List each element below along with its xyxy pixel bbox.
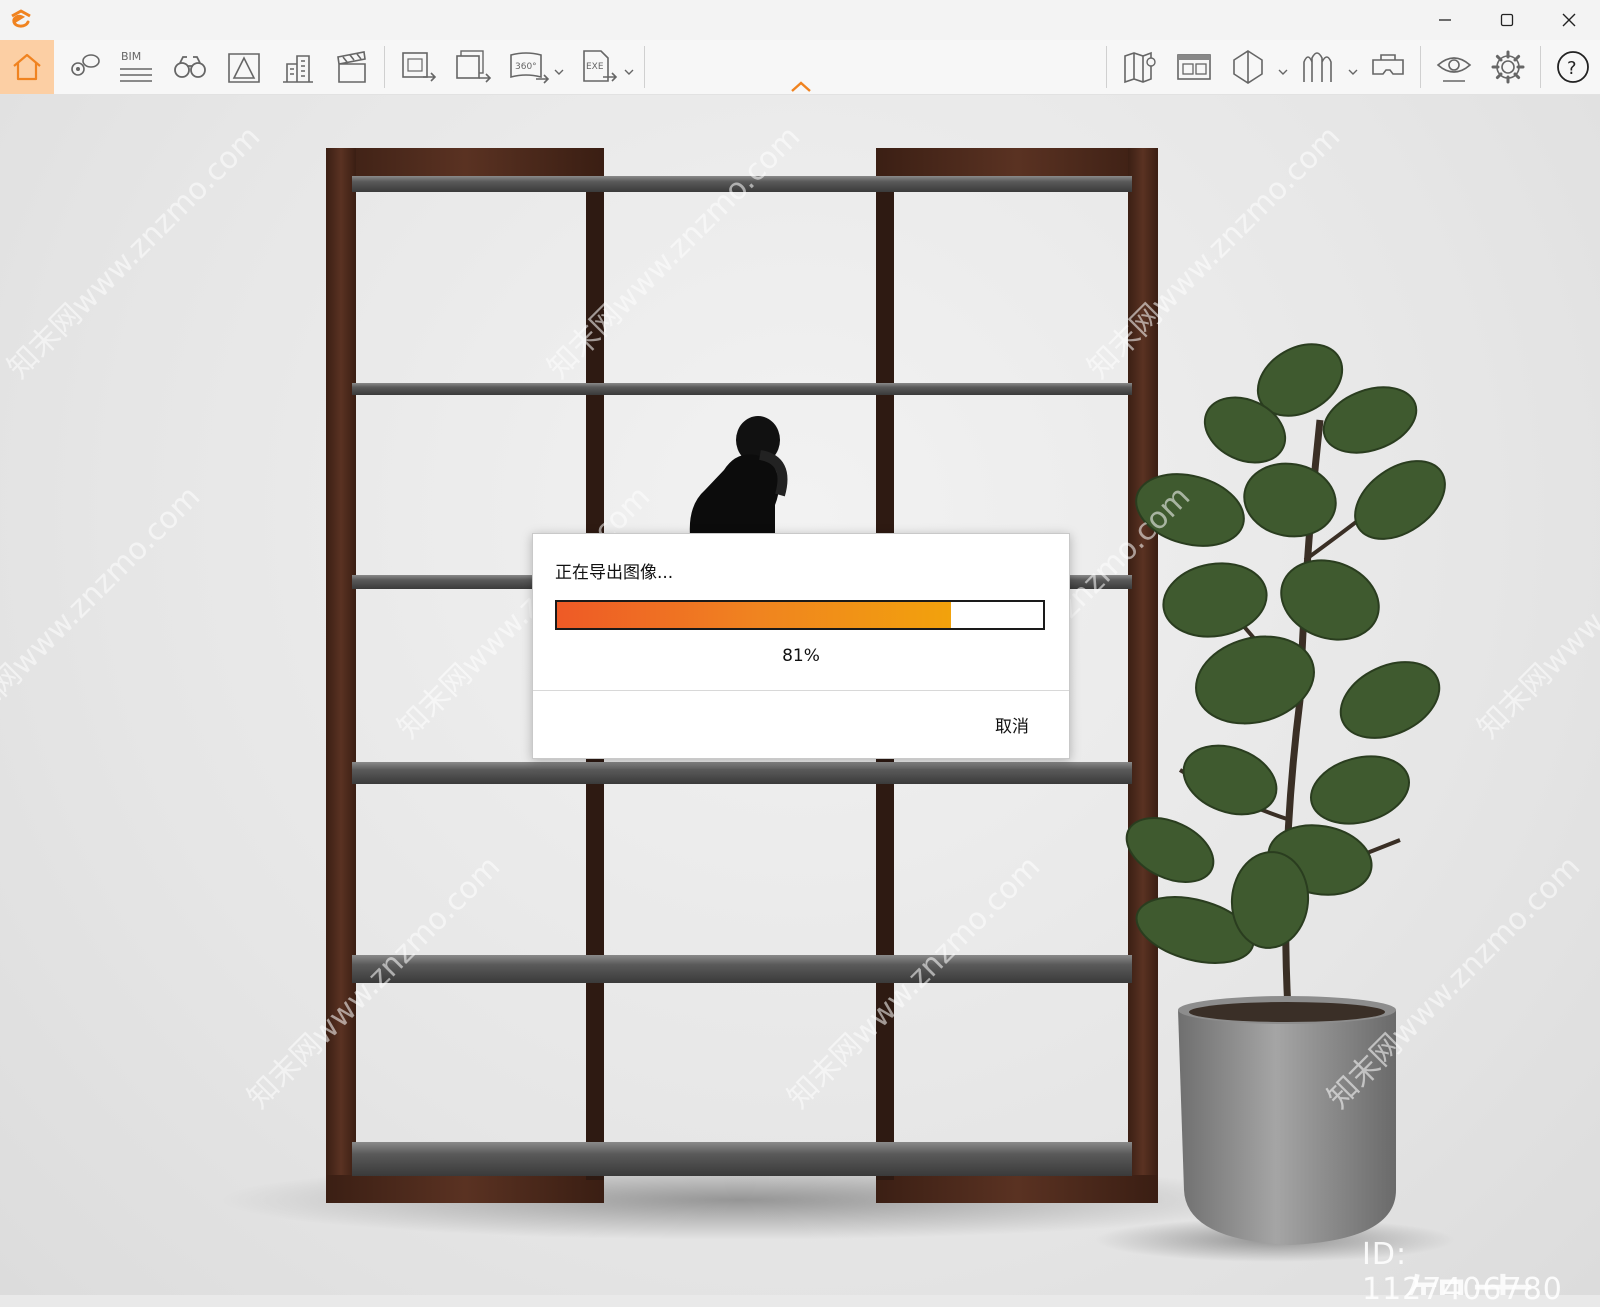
- location-pin-icon: [71, 54, 100, 76]
- help-icon: ?: [1557, 51, 1589, 83]
- visibility-button[interactable]: [1430, 43, 1478, 91]
- clapperboard-icon: [337, 51, 366, 83]
- app-logo-icon: [8, 7, 34, 33]
- progress-percentage: 81%: [782, 646, 820, 666]
- close-button[interactable]: [1538, 0, 1600, 40]
- export-progress-dialog: 正在导出图像... 81% 取消: [532, 533, 1070, 759]
- buildings-icon: [283, 55, 313, 83]
- help-button[interactable]: ?: [1550, 43, 1596, 91]
- effects-button[interactable]: [1294, 43, 1342, 91]
- svg-text:360°: 360°: [515, 62, 537, 72]
- binoculars-button[interactable]: [166, 43, 214, 91]
- minimize-button[interactable]: [1414, 0, 1476, 40]
- toolbar-separator: [1106, 46, 1107, 88]
- animation-button[interactable]: [328, 43, 376, 91]
- binoculars-icon: [174, 56, 206, 78]
- plant-pot: [1178, 996, 1396, 1245]
- toolbar-separator: [1540, 46, 1541, 88]
- svg-text:知末网www.znzmo.com: 知末网www.znzmo.com: [1321, 849, 1587, 1115]
- toolbar-separator: [1420, 46, 1421, 88]
- close-icon: [1562, 13, 1576, 27]
- panorama-360-button[interactable]: 360°: [504, 43, 554, 91]
- section-dropdown-chevron-icon[interactable]: [1278, 62, 1288, 75]
- gallery-button[interactable]: [1170, 43, 1218, 91]
- effects-icon: [1303, 52, 1332, 82]
- map-button[interactable]: [1116, 43, 1164, 91]
- toolbar-separator: [384, 46, 385, 88]
- gallery-icon: [1177, 54, 1211, 80]
- batch-export-button[interactable]: [448, 43, 498, 91]
- home-icon: [13, 53, 41, 81]
- location-button[interactable]: [60, 43, 108, 91]
- watermark-id: ID: 1127406780: [1362, 1237, 1563, 1307]
- title-bar: [0, 0, 1600, 40]
- svg-text:EXE: EXE: [586, 62, 604, 72]
- main-toolbar: BIM 360° EXE ?: [0, 40, 1600, 95]
- svg-text:BIM: BIM: [121, 50, 141, 63]
- export-exe-button[interactable]: EXE: [574, 43, 624, 91]
- buildings-button[interactable]: [274, 43, 322, 91]
- vr-button[interactable]: [1364, 43, 1412, 91]
- dialog-divider: [533, 690, 1069, 691]
- home-button[interactable]: [0, 40, 54, 94]
- exe-export-icon: EXE: [583, 50, 618, 82]
- perspective-button[interactable]: [220, 43, 268, 91]
- vr-headset-icon: [1372, 54, 1404, 75]
- bim-button[interactable]: BIM: [112, 43, 160, 91]
- section-cube-icon: [1233, 50, 1263, 84]
- svg-text:知末网www.znzmo.com: 知末网www.znzmo.com: [1, 119, 267, 385]
- export-image-button[interactable]: [394, 43, 444, 91]
- batch-export-icon: [456, 50, 492, 83]
- maximize-button[interactable]: [1476, 0, 1538, 40]
- exe-dropdown-chevron-icon[interactable]: [624, 62, 634, 75]
- gear-icon: [1491, 50, 1525, 84]
- dialog-title: 正在导出图像...: [555, 563, 674, 583]
- section-button[interactable]: [1224, 43, 1272, 91]
- maximize-icon: [1500, 13, 1514, 27]
- svg-text:知末网www.znzmo.com: 知末网www.znzmo.com: [0, 479, 207, 745]
- svg-text:?: ?: [1567, 58, 1577, 79]
- settings-button[interactable]: [1484, 43, 1532, 91]
- map-icon: [1124, 51, 1156, 84]
- sculpture: [689, 416, 788, 535]
- bim-icon: BIM: [120, 50, 152, 82]
- collapse-toolbar-chevron-icon[interactable]: [790, 78, 812, 92]
- cancel-button[interactable]: 取消: [995, 712, 1029, 737]
- effects-dropdown-chevron-icon[interactable]: [1348, 62, 1358, 75]
- minimize-icon: [1439, 19, 1451, 21]
- export-image-icon: [402, 52, 437, 82]
- svg-text:知末网www.znzmo.com: 知末网www.znzmo.com: [1471, 479, 1600, 745]
- export-progress-bar: [555, 600, 1045, 630]
- perspective-icon: [228, 53, 260, 83]
- plant: [1125, 343, 1446, 1011]
- panorama-360-icon: 360°: [510, 52, 550, 84]
- panorama-dropdown-chevron-icon[interactable]: [554, 62, 564, 75]
- eye-icon: [1436, 57, 1472, 82]
- progress-fill: [557, 602, 951, 628]
- toolbar-separator: [644, 46, 645, 88]
